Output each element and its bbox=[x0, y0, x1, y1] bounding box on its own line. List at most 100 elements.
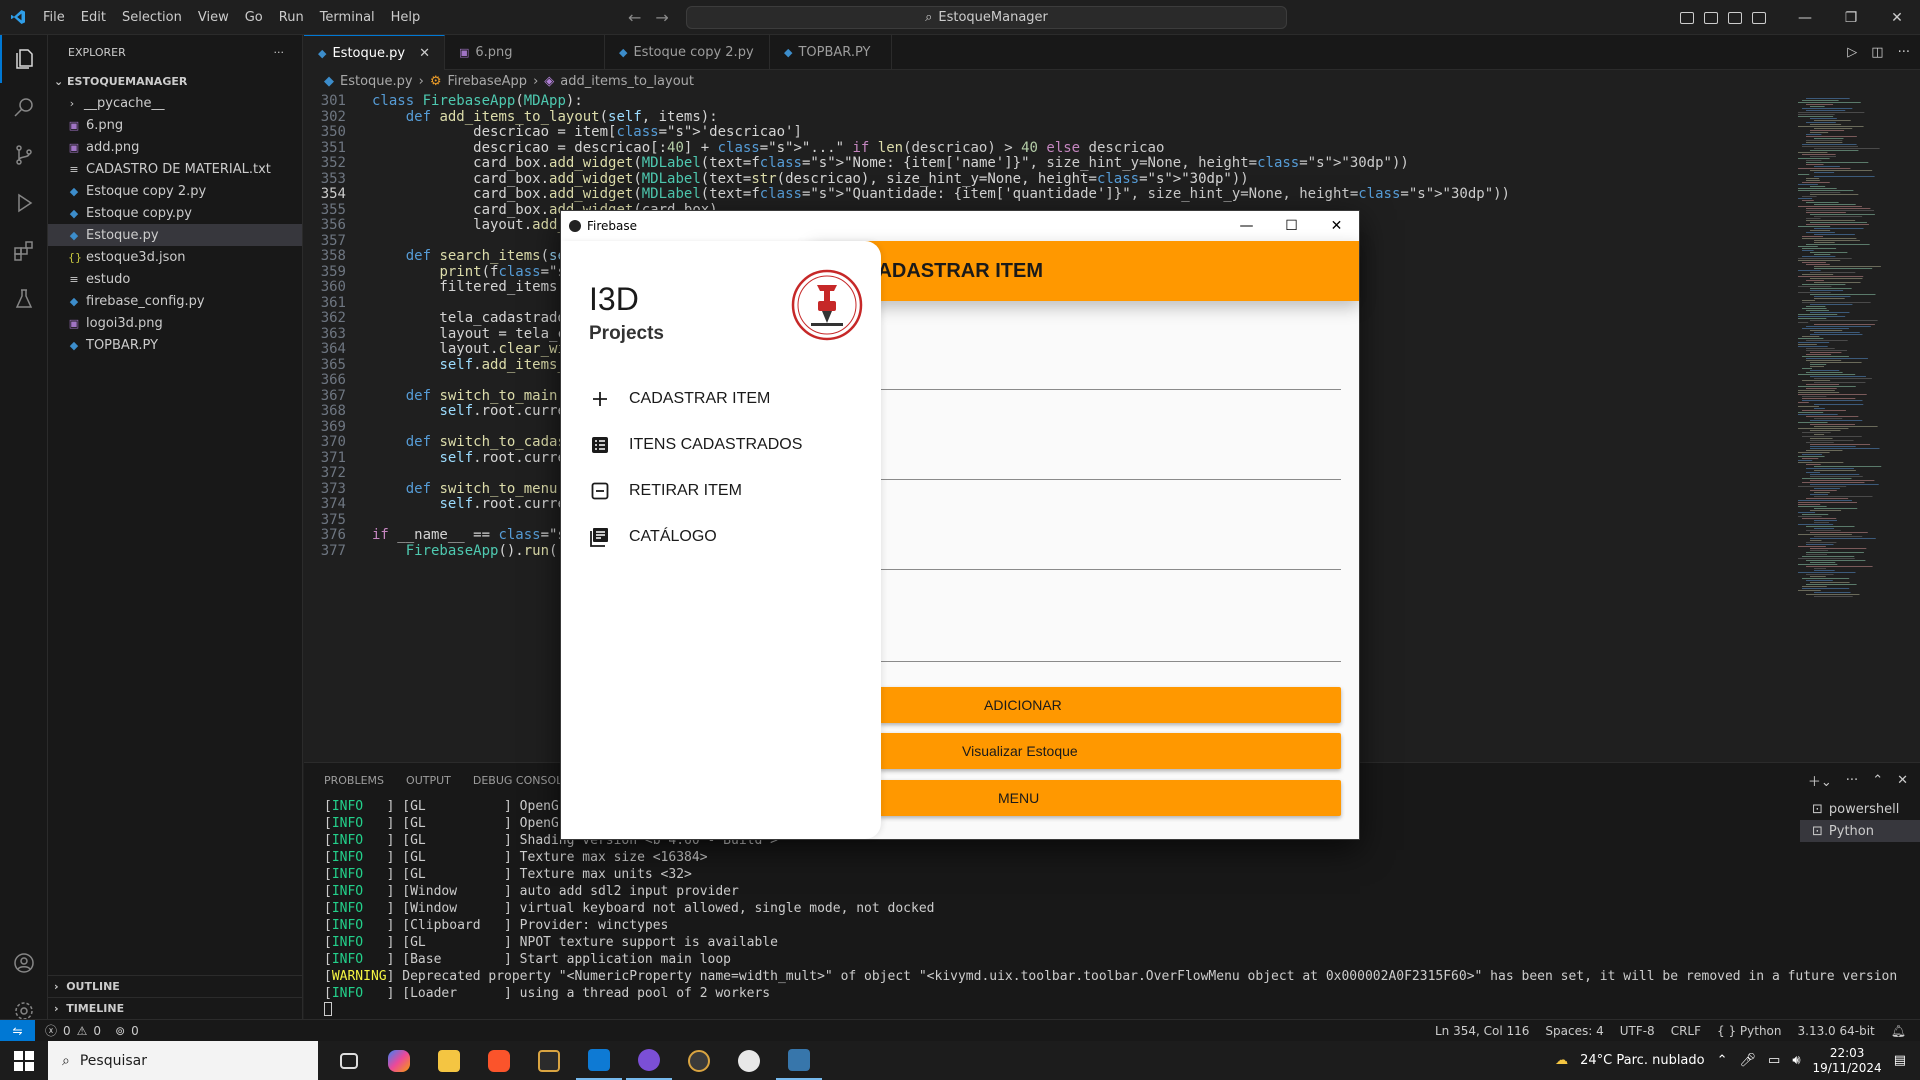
windows-start-icon[interactable] bbox=[0, 1041, 48, 1080]
timeline-section[interactable]: › TIMELINE bbox=[48, 997, 303, 1019]
maximize-icon[interactable]: ☐ bbox=[1269, 211, 1314, 241]
menu-run[interactable]: Run bbox=[271, 0, 312, 35]
terminal-item-powershell[interactable]: ⊡ powershell bbox=[1800, 798, 1920, 820]
menu-go[interactable]: Go bbox=[237, 0, 271, 35]
copilot-icon[interactable] bbox=[376, 1041, 422, 1080]
remote-icon[interactable]: ⇋ bbox=[0, 1019, 35, 1042]
file-item-cadastro-txt[interactable]: ≡ CADASTRO DE MATERIAL.txt bbox=[48, 158, 302, 180]
weather-text[interactable]: 24°C Parc. nublado bbox=[1580, 1053, 1704, 1068]
app-icon[interactable] bbox=[526, 1041, 572, 1080]
cursor-position[interactable]: Ln 354, Col 116 bbox=[1435, 1024, 1529, 1038]
close-icon[interactable]: ✕ bbox=[1874, 0, 1920, 35]
menu-edit[interactable]: Edit bbox=[73, 0, 114, 35]
toggle-panel-icon[interactable] bbox=[1704, 11, 1718, 24]
drawer-item-itens-cadastrados[interactable]: ITENS CADASTRADOS bbox=[589, 427, 802, 463]
project-folder-header[interactable]: ⌄ ESTOQUEMANAGER bbox=[48, 70, 302, 92]
outline-section[interactable]: › OUTLINE bbox=[48, 975, 303, 997]
toggle-secondary-sidebar-icon[interactable] bbox=[1728, 11, 1742, 24]
notifications-bell-icon[interactable]: 🔔︎ bbox=[1891, 1024, 1906, 1038]
tab-estoque-copy-2[interactable]: ◆ Estoque copy 2.py bbox=[605, 35, 770, 70]
more-actions-icon[interactable]: ··· bbox=[1898, 45, 1910, 60]
encoding[interactable]: UTF-8 bbox=[1620, 1024, 1655, 1038]
indentation[interactable]: Spaces: 4 bbox=[1545, 1024, 1603, 1038]
file-item-estoque3d-json[interactable]: {} estoque3d.json bbox=[48, 246, 302, 268]
minimap[interactable] bbox=[1794, 92, 1906, 762]
file-explorer-icon[interactable] bbox=[426, 1041, 472, 1080]
run-debug-icon[interactable] bbox=[0, 179, 48, 227]
command-center-search[interactable]: ⌕ EstoqueManager bbox=[686, 6, 1287, 29]
end-of-line[interactable]: CRLF bbox=[1671, 1024, 1701, 1038]
file-item-estoque-copy-2[interactable]: ◆ Estoque copy 2.py bbox=[48, 180, 302, 202]
restore-icon[interactable]: ❐ bbox=[1828, 0, 1874, 35]
visualizar-estoque-button[interactable]: Visualizar Estoque bbox=[879, 733, 1341, 769]
close-tab-icon[interactable]: ✕ bbox=[419, 46, 430, 61]
tab-debug-console[interactable]: DEBUG CONSOLE bbox=[473, 774, 569, 787]
breadcrumb-class[interactable]: FirebaseApp bbox=[447, 74, 527, 89]
maximize-panel-icon[interactable]: ⌃ bbox=[1872, 773, 1883, 788]
file-item-estoque[interactable]: ◆ Estoque.py bbox=[48, 224, 302, 246]
source-control-icon[interactable] bbox=[0, 131, 48, 179]
more-actions-icon[interactable]: ··· bbox=[274, 46, 285, 59]
file-item-pycache[interactable]: › __pycache__ bbox=[48, 92, 302, 114]
python-interpreter[interactable]: 3.13.0 64-bit bbox=[1798, 1024, 1875, 1038]
problems-summary[interactable]: ⓧ 0 ⚠ 0 ⊚ 0 bbox=[35, 1022, 139, 1039]
file-item-add-png[interactable]: ▣ add.png bbox=[48, 136, 302, 158]
adicionar-button[interactable]: ADICIONAR bbox=[879, 687, 1341, 723]
drawer-item-retirar[interactable]: RETIRAR ITEM bbox=[589, 473, 742, 509]
drawer-item-cadastrar[interactable]: CADASTRAR ITEM bbox=[589, 381, 770, 417]
more-actions-icon[interactable]: ··· bbox=[1846, 773, 1858, 788]
testing-icon[interactable] bbox=[0, 275, 48, 323]
drawer-item-catalogo[interactable]: CATÁLOGO bbox=[589, 519, 717, 555]
input-field-1[interactable] bbox=[881, 389, 1341, 390]
breadcrumb-file[interactable]: Estoque.py bbox=[340, 74, 413, 89]
vscode-taskbar-icon[interactable] bbox=[576, 1041, 622, 1080]
weather-icon[interactable]: ☁ bbox=[1555, 1053, 1568, 1068]
toggle-sidebar-icon[interactable] bbox=[1680, 11, 1694, 24]
run-python-icon[interactable]: ▷ bbox=[1847, 45, 1857, 60]
minimize-icon[interactable]: — bbox=[1782, 0, 1828, 35]
tab-6-png[interactable]: ▣ 6.png bbox=[445, 35, 605, 70]
tab-topbar[interactable]: ◆ TOPBAR.PY bbox=[770, 35, 892, 70]
python-app-icon[interactable] bbox=[776, 1041, 822, 1080]
tab-problems[interactable]: PROBLEMS bbox=[324, 774, 384, 787]
tab-estoque-py[interactable]: ◆ Estoque.py ✕ bbox=[304, 35, 445, 70]
explorer-icon[interactable] bbox=[0, 35, 48, 83]
new-terminal-icon[interactable]: ＋⌄ bbox=[1808, 771, 1832, 790]
menu-selection[interactable]: Selection bbox=[114, 0, 190, 35]
back-arrow-icon[interactable]: ← bbox=[628, 8, 641, 27]
forward-arrow-icon[interactable]: → bbox=[655, 8, 668, 27]
clock[interactable]: 22:03 19/11/2024 bbox=[1813, 1046, 1882, 1076]
input-field-2[interactable] bbox=[881, 479, 1341, 480]
extensions-icon[interactable] bbox=[0, 227, 48, 275]
menu-view[interactable]: View bbox=[190, 0, 237, 35]
menu-help[interactable]: Help bbox=[383, 0, 429, 35]
file-item-logoi3d[interactable]: ▣ logoi3d.png bbox=[48, 312, 302, 334]
network-icon[interactable]: ▭ bbox=[1768, 1053, 1780, 1068]
file-item-6-png[interactable]: ▣ 6.png bbox=[48, 114, 302, 136]
input-field-3[interactable] bbox=[881, 569, 1341, 570]
search-sidebar-icon[interactable] bbox=[0, 83, 48, 131]
file-item-topbar[interactable]: ◆ TOPBAR.PY bbox=[48, 334, 302, 356]
file-item-firebase-config[interactable]: ◆ firebase_config.py bbox=[48, 290, 302, 312]
close-icon[interactable]: ✕ bbox=[1314, 211, 1359, 241]
notification-icon[interactable]: ▤ bbox=[1894, 1053, 1906, 1068]
menu-button[interactable]: MENU bbox=[879, 780, 1341, 816]
microphone-icon[interactable]: 🎤︎ bbox=[1740, 1053, 1757, 1068]
terminal-item-python[interactable]: ⊡ Python bbox=[1800, 820, 1920, 842]
app-icon[interactable] bbox=[676, 1041, 722, 1080]
menu-file[interactable]: File bbox=[35, 0, 73, 35]
minimize-icon[interactable]: — bbox=[1224, 211, 1269, 241]
task-view-icon[interactable] bbox=[326, 1041, 372, 1080]
chevron-up-icon[interactable]: ⌃ bbox=[1717, 1053, 1728, 1068]
breadcrumb-method[interactable]: add_items_to_layout bbox=[560, 74, 694, 89]
tab-output[interactable]: OUTPUT bbox=[406, 774, 451, 787]
accounts-icon[interactable] bbox=[0, 939, 48, 987]
file-item-estudo[interactable]: ≡ estudo bbox=[48, 268, 302, 290]
app-icon[interactable] bbox=[726, 1041, 772, 1080]
file-item-estoque-copy[interactable]: ◆ Estoque copy.py bbox=[48, 202, 302, 224]
customize-layout-icon[interactable] bbox=[1752, 11, 1766, 24]
input-field-4[interactable] bbox=[881, 661, 1341, 662]
browser-icon[interactable] bbox=[626, 1041, 672, 1080]
close-panel-icon[interactable]: ✕ bbox=[1897, 773, 1908, 788]
language-mode[interactable]: { } Python bbox=[1717, 1024, 1782, 1038]
